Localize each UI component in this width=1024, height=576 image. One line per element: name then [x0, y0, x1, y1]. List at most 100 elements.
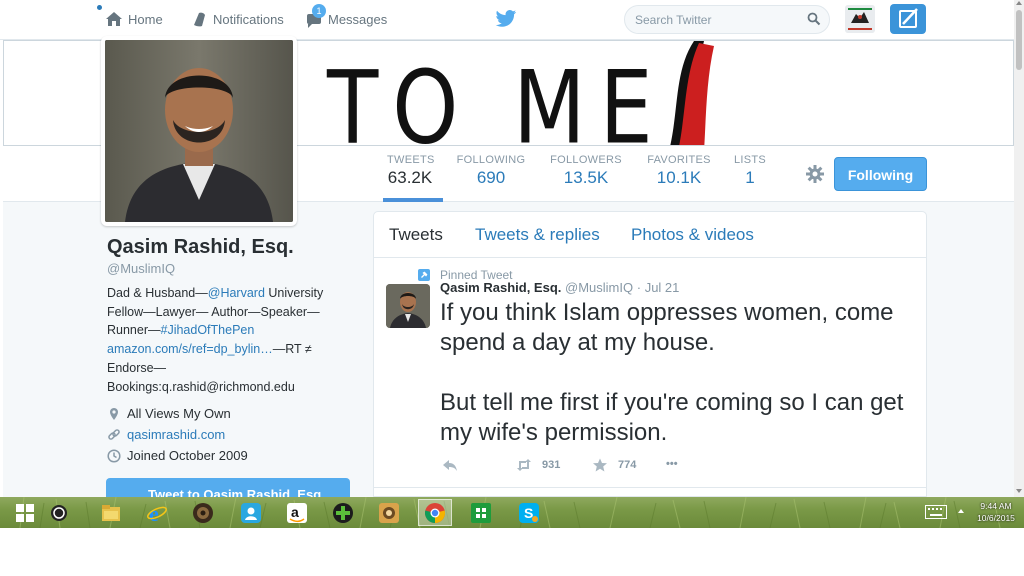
- tab-tweets[interactable]: Tweets: [389, 225, 443, 245]
- stat-favorites[interactable]: FAVORITES 10.1K: [646, 154, 712, 188]
- windows-start-icon: [16, 503, 34, 522]
- taskbar-amazon[interactable]: a: [280, 499, 314, 526]
- profile-avatar[interactable]: [101, 36, 297, 226]
- taskbar-office[interactable]: [464, 499, 498, 526]
- windows-taskbar: e a S 9:44 AM 10/6/2015: [0, 497, 1024, 528]
- compose-icon: [899, 8, 918, 28]
- office-store-icon: [471, 502, 491, 523]
- profile-joined: Joined October 2009: [107, 448, 248, 463]
- chrome-icon: [424, 502, 446, 523]
- nav-messages-label: Messages: [328, 11, 388, 27]
- cortana-icon: [51, 504, 67, 521]
- scrollbar-thumb[interactable]: [1016, 10, 1022, 70]
- messages-badge: 1: [312, 4, 326, 18]
- stat-label: FOLLOWING: [456, 154, 526, 166]
- taskbar-chrome[interactable]: [418, 499, 452, 526]
- search-box[interactable]: [624, 5, 830, 34]
- show-hidden-icons-icon[interactable]: [958, 509, 964, 513]
- plus-app-icon: [333, 502, 353, 523]
- tweet-separator: ·: [636, 280, 642, 295]
- taskbar-clock[interactable]: 9:44 AM 10/6/2015: [972, 500, 1020, 524]
- timeline: Tweets Tweets & replies Photos & videos …: [373, 211, 927, 497]
- internet-explorer-icon: e: [147, 502, 167, 524]
- stat-label: FOLLOWERS: [550, 154, 622, 166]
- account-avatar[interactable]: [845, 5, 875, 33]
- stat-lists[interactable]: LISTS 1: [732, 154, 768, 188]
- tweet-author-avatar[interactable]: [386, 284, 430, 328]
- following-button[interactable]: Following: [834, 157, 927, 191]
- bio-mention-link[interactable]: @Harvard: [208, 286, 265, 300]
- tweet-author-name[interactable]: Qasim Rashid, Esq.: [440, 280, 561, 295]
- nav-home[interactable]: Home: [105, 8, 163, 30]
- reply-button[interactable]: [442, 458, 468, 472]
- location-text: All Views My Own: [127, 406, 231, 421]
- start-button[interactable]: [8, 499, 42, 526]
- home-icon: [105, 10, 123, 28]
- nav-home-label: Home: [128, 11, 163, 27]
- favorite-button[interactable]: 774: [592, 458, 636, 472]
- taskbar-skype-meet[interactable]: [234, 499, 268, 526]
- nav-notifications[interactable]: Notifications: [190, 8, 284, 30]
- taskbar-photo-app[interactable]: [372, 499, 406, 526]
- search-input[interactable]: [635, 12, 800, 28]
- joined-text: Joined October 2009: [127, 448, 248, 463]
- top-navigation-bar: Home Notifications Messages 1: [0, 0, 1014, 40]
- profile-location: All Views My Own: [107, 406, 231, 421]
- taskbar-file-explorer[interactable]: [94, 499, 128, 526]
- touch-keyboard-icon[interactable]: [925, 505, 947, 519]
- stat-value: 13.5K: [563, 168, 609, 187]
- stat-following[interactable]: FOLLOWING 690: [455, 154, 527, 188]
- tweet-actions: 931 774 •••: [440, 458, 740, 474]
- compose-tweet-button[interactable]: [890, 4, 926, 34]
- tweet-paragraph: But tell me first if you're coming so I …: [440, 389, 904, 446]
- pinned-tweet[interactable]: Pinned Tweet Qasim Rashid, Esq. @MuslimI…: [374, 258, 926, 488]
- scroll-down-arrow-icon[interactable]: [1016, 489, 1022, 493]
- stat-value: 63.2K: [387, 168, 433, 187]
- search-icon[interactable]: [807, 12, 821, 26]
- bio-text: Dad & Husband—: [107, 286, 208, 300]
- taskbar-cortana[interactable]: [42, 499, 76, 526]
- svg-text:a: a: [291, 504, 299, 520]
- stat-label: LISTS: [733, 154, 767, 166]
- bio-url-link[interactable]: amazon.com/s/ref=dp_bylin…: [107, 342, 273, 356]
- bio-hashtag-link[interactable]: #JihadOfThePen: [161, 323, 255, 337]
- taskbar-skype[interactable]: S: [512, 499, 546, 526]
- stat-label: TWEETS: [387, 154, 435, 166]
- vertical-scrollbar[interactable]: [1014, 0, 1024, 497]
- profile-name[interactable]: Qasim Rashid, Esq.: [107, 236, 294, 259]
- calendar-clock-icon: [107, 448, 121, 463]
- taskbar-media-player[interactable]: [186, 499, 220, 526]
- svg-text:S: S: [524, 505, 533, 521]
- website-link[interactable]: qasimrashid.com: [127, 427, 225, 442]
- more-options-button[interactable]: •••: [666, 458, 678, 470]
- profile-handle[interactable]: @MuslimIQ: [107, 261, 175, 276]
- location-pin-icon: [107, 407, 121, 421]
- more-icon: •••: [666, 458, 678, 470]
- browser-page: Home Notifications Messages 1 Search Twi…: [0, 0, 1024, 576]
- speaker-icon: [193, 502, 213, 523]
- taskbar-plus-app[interactable]: [326, 499, 360, 526]
- star-icon: [592, 458, 608, 472]
- new-activity-dot: [97, 5, 102, 10]
- stat-value: 690: [476, 168, 506, 187]
- stat-followers[interactable]: FOLLOWERS 13.5K: [549, 154, 623, 188]
- retweet-icon: [516, 458, 532, 472]
- meeting-app-icon: [241, 502, 261, 523]
- link-icon: [107, 428, 121, 442]
- retweet-button[interactable]: 931: [516, 458, 560, 472]
- gear-icon[interactable]: [805, 164, 825, 184]
- taskbar-internet-explorer[interactable]: e: [140, 499, 174, 526]
- tweet-timestamp[interactable]: Jul 21: [645, 280, 680, 295]
- tweet-paragraph: If you think Islam oppresses women, come…: [440, 299, 894, 356]
- stat-label: FAVORITES: [647, 154, 711, 166]
- notifications-icon: [190, 10, 208, 28]
- stat-tweets[interactable]: TWEETS 63.2K: [387, 154, 435, 188]
- twitter-bird-logo-icon[interactable]: [495, 9, 517, 29]
- tab-tweets-and-replies[interactable]: Tweets & replies: [475, 225, 600, 245]
- scroll-up-arrow-icon[interactable]: [1016, 1, 1022, 5]
- tab-photos-and-videos[interactable]: Photos & videos: [631, 225, 754, 245]
- clock-date: 10/6/2015: [977, 513, 1015, 523]
- stat-value: 10.1K: [656, 168, 702, 187]
- tweet-author-handle[interactable]: @MuslimIQ: [565, 280, 633, 295]
- nav-notifications-label: Notifications: [213, 11, 284, 27]
